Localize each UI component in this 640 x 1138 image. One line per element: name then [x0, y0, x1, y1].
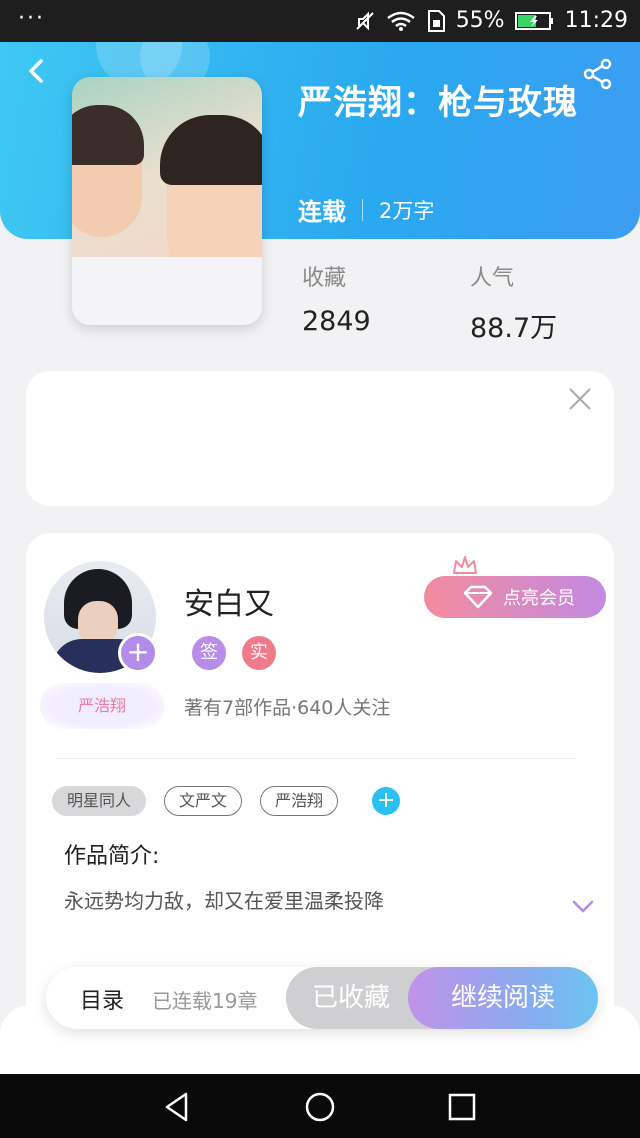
back-triangle-icon [165, 1092, 188, 1122]
nav-back-button[interactable] [162, 1091, 194, 1123]
stat-label: 人气 [470, 266, 515, 291]
intro-text: 永远势均力敌，却又在爱里温柔投降 [64, 889, 384, 913]
stat-popularity: 人气 88.7万 [470, 260, 557, 345]
expand-intro-button[interactable] [572, 899, 594, 915]
intro-title: 作品简介: [64, 844, 160, 869]
sim-icon [426, 9, 446, 32]
book-status: 连载 [298, 198, 346, 226]
battery-icon [514, 10, 555, 32]
divider [56, 758, 576, 759]
vip-label: 点亮会员 [503, 588, 575, 609]
nav-recent-button[interactable] [446, 1091, 478, 1123]
author-stats: 著有7部作品·640人关注 [184, 697, 391, 719]
stat-label: 收藏 [302, 266, 347, 291]
tag-item[interactable]: 文严文 [164, 786, 243, 816]
time: 11:29 [564, 8, 628, 33]
chevron-left-icon [29, 59, 43, 83]
tag-item[interactable]: 明星同人 [52, 786, 147, 816]
word-count: 2万字 [379, 198, 435, 223]
back-button[interactable] [22, 56, 52, 86]
chapter-count: 已连载19章 [152, 989, 258, 1013]
ad-close-button[interactable] [568, 387, 592, 411]
book-title: 严浩翔：枪与玫瑰 [298, 83, 578, 123]
close-icon [569, 388, 591, 410]
stat-value: 2849 [302, 306, 371, 337]
meta-divider [362, 198, 363, 221]
vip-button[interactable]: 点亮会员 [424, 576, 606, 618]
tag-list: 明星同人 文严文 严浩翔 + [52, 786, 401, 816]
stat-value: 88.7万 [470, 313, 558, 344]
crown-icon [453, 556, 477, 574]
chevron-down-icon [572, 900, 594, 913]
wifi-icon [386, 10, 416, 32]
action-bar: 目录 已连载19章 已收藏 继续阅读 [46, 967, 598, 1029]
navigation-bar [0, 1074, 640, 1138]
continue-reading-button[interactable]: 继续阅读 [408, 967, 598, 1029]
stat-favorites: 收藏 2849 [302, 260, 371, 337]
home-circle-icon [305, 1092, 335, 1122]
menu-dots: ··· [18, 6, 45, 31]
signed-badge: 签 [192, 636, 226, 670]
toc-button[interactable]: 目录 [80, 983, 124, 1015]
tag-item[interactable]: 严浩翔 [260, 786, 339, 816]
author-badge: 严浩翔 [40, 683, 164, 729]
author-name[interactable]: 安白又 [184, 579, 274, 623]
book-meta: 连载 2万字 [298, 192, 434, 227]
status-bar: ··· 55% 11:29 [0, 0, 640, 42]
recent-square-icon [448, 1093, 476, 1121]
book-cover[interactable] [72, 77, 262, 325]
verified-badge: 实 [242, 636, 276, 670]
mute-icon [354, 10, 376, 32]
nav-home-button[interactable] [304, 1091, 336, 1123]
add-tag-button[interactable]: + [372, 787, 401, 815]
battery-percent: 55% [455, 8, 505, 33]
follow-author-button[interactable]: + [118, 633, 158, 673]
diamond-icon [463, 585, 493, 609]
ad-card [26, 371, 614, 506]
